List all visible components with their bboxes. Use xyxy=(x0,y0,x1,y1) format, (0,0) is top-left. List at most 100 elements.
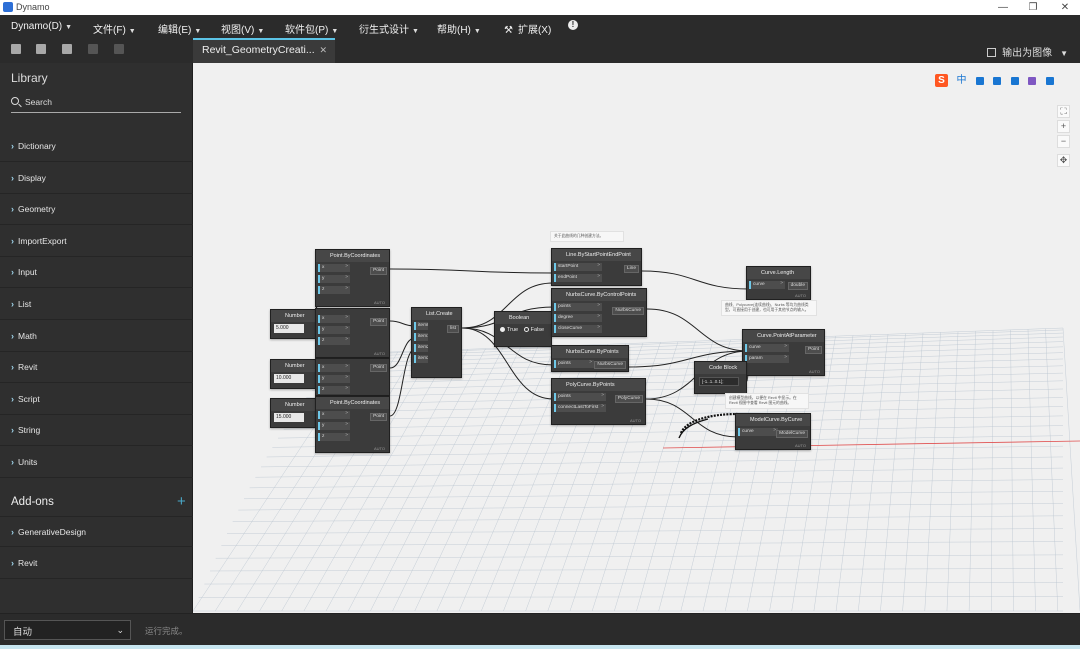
point-bycoordinates-node-2[interactable]: x > y > z > Point AUTO xyxy=(315,308,390,358)
output-port-polycurve[interactable]: PolyCurve xyxy=(614,395,643,403)
output-port-point[interactable]: Point xyxy=(370,413,387,421)
input-port-x[interactable]: x > xyxy=(318,315,350,323)
addon-revit[interactable]: › Revit xyxy=(0,548,193,579)
zoom-fit-icon[interactable]: ⛶ xyxy=(1057,105,1070,118)
toolbox-icon[interactable] xyxy=(1045,77,1054,85)
input-port-points[interactable]: points > xyxy=(554,393,606,401)
pan-icon[interactable]: ✥ xyxy=(1057,154,1070,167)
nurbscurve-bypoints-node[interactable]: NurbsCurve.ByPoints points > NurbsCurve xyxy=(551,345,629,372)
input-port-x[interactable]: x > xyxy=(318,411,350,419)
input-port-item0[interactable]: item0 xyxy=(414,322,428,330)
close-window-button[interactable]: ✕ xyxy=(1050,0,1080,15)
input-port-y[interactable]: y > xyxy=(318,326,350,334)
curve-pointatparameter-node[interactable]: Curve.PointAtParameter curve > param > Poi… xyxy=(742,329,825,376)
library-category-display[interactable]: › Display xyxy=(0,163,193,194)
output-port-point[interactable]: Point xyxy=(370,318,387,326)
input-port-item2[interactable]: item2 xyxy=(414,344,428,352)
library-category-script[interactable]: › Script xyxy=(0,384,193,415)
menu-generative-design[interactable]: 衍生式设计 ▼ xyxy=(359,21,419,36)
input-port-closecurve[interactable]: closeCurve > xyxy=(554,325,602,333)
input-port-y[interactable]: y > xyxy=(318,275,350,283)
number-node-1[interactable]: Number 5.000 xyxy=(270,309,316,339)
library-category-revit[interactable]: › Revit xyxy=(0,352,193,383)
radio-false[interactable] xyxy=(523,327,529,332)
boolean-toggle[interactable]: True False xyxy=(500,327,544,333)
library-category-importexport[interactable]: › ImportExport xyxy=(0,226,193,257)
ime-language-label[interactable]: 中 xyxy=(956,75,966,86)
number-node-2[interactable]: Number 10.000 xyxy=(270,359,316,389)
code-block-editor[interactable]: [-1..1..0.1]; xyxy=(699,377,739,386)
menu-dynamo[interactable]: Dynamo(D) ▼ xyxy=(11,21,72,32)
library-category-input[interactable]: › Input xyxy=(0,257,193,288)
library-category-math[interactable]: › Math xyxy=(0,321,193,352)
skin-icon[interactable] xyxy=(1028,77,1037,85)
new-file-icon[interactable] xyxy=(11,44,21,54)
input-port-item1[interactable]: item1 xyxy=(414,333,428,341)
mic-icon[interactable] xyxy=(993,77,1002,85)
input-port-y[interactable]: y > xyxy=(318,422,350,430)
input-port-curve[interactable]: curve > xyxy=(745,344,789,352)
library-category-units[interactable]: › Units xyxy=(0,447,193,478)
output-port-double[interactable]: double xyxy=(787,282,808,290)
input-port-connectlasttofirst[interactable]: connectLastToFirst > xyxy=(554,404,606,412)
workspace-tab[interactable]: Revit_GeometryCreati... ✕ xyxy=(193,38,335,63)
menu-edit[interactable]: 编辑(E) ▼ xyxy=(158,21,201,36)
notification-info-icon[interactable]: ! xyxy=(568,20,578,30)
zoom-out-icon[interactable]: − xyxy=(1057,135,1070,148)
library-category-string[interactable]: › String xyxy=(0,415,193,446)
curve-length-node[interactable]: Curve.Length curve > double AUTO xyxy=(746,266,811,300)
add-package-icon[interactable]: + xyxy=(177,493,186,510)
list-create-node[interactable]: List.Create item0 item1 item2 item3 list xyxy=(411,307,462,378)
save-icon[interactable] xyxy=(62,44,72,54)
redo-icon[interactable] xyxy=(114,44,124,54)
modelcurve-bycurve-node[interactable]: ModelCurve.ByCurve curve > ModelCurve AUT… xyxy=(735,413,811,450)
input-port-z[interactable]: z > xyxy=(318,433,350,441)
addon-generativedesign[interactable]: › GenerativeDesign xyxy=(0,516,193,547)
output-port-line[interactable]: Line xyxy=(623,265,639,273)
restore-button[interactable]: ❐ xyxy=(1018,0,1048,15)
line-bystartpointendpoint-node[interactable]: Line.ByStartPointEndPoint startPoint > en… xyxy=(551,248,642,286)
output-port-point[interactable]: Point xyxy=(370,267,387,275)
output-port-nurbscurve[interactable]: NurbsCurve xyxy=(612,307,644,315)
input-port-points[interactable]: points > xyxy=(554,360,594,368)
point-bycoordinates-node-3[interactable]: x > y > z > Point xyxy=(315,358,390,396)
input-port-z[interactable]: z > xyxy=(318,386,350,394)
boolean-node[interactable]: Boolean True False xyxy=(494,311,552,347)
number-node-3[interactable]: Number 15.000 xyxy=(270,398,316,428)
library-category-list[interactable]: › List xyxy=(0,289,193,320)
library-category-geometry[interactable]: › Geometry xyxy=(0,194,193,225)
code-block-node[interactable]: Code Block [-1..1..0.1]; xyxy=(694,361,747,394)
tab-close-icon[interactable]: ✕ xyxy=(319,45,327,56)
menu-file[interactable]: 文件(F) ▼ xyxy=(93,21,136,36)
point-bycoordinates-node-4[interactable]: Point.ByCoordinates x > y > z > Point AUTO xyxy=(315,396,390,453)
minimize-button[interactable]: — xyxy=(988,0,1018,15)
input-port-x[interactable]: x > xyxy=(318,264,350,272)
input-port-param[interactable]: param > xyxy=(745,355,789,363)
input-port-startpoint[interactable]: startPoint > xyxy=(554,263,602,271)
input-port-z[interactable]: z > xyxy=(318,337,350,345)
output-port-nurbscurve[interactable]: NurbsCurve xyxy=(594,361,626,369)
output-port-point[interactable]: Point xyxy=(370,364,387,372)
menu-packages[interactable]: 软件包(P) ▼ xyxy=(285,21,338,36)
input-port-degree[interactable]: degree > xyxy=(554,314,602,322)
radio-true[interactable] xyxy=(500,327,505,332)
output-port-point[interactable]: Point xyxy=(805,346,822,354)
keyboard-icon[interactable] xyxy=(1010,77,1019,85)
input-port-curve[interactable]: curve > xyxy=(749,281,785,289)
menu-view[interactable]: 视图(V) ▼ xyxy=(221,21,264,36)
menu-help[interactable]: 帮助(H) ▼ xyxy=(437,21,481,36)
input-port-x[interactable]: x > xyxy=(318,364,350,372)
point-bycoordinates-node-1[interactable]: Point.ByCoordinates x > y > z > Point AUTO xyxy=(315,249,390,307)
open-folder-icon[interactable] xyxy=(36,44,46,54)
input-port-item3[interactable]: item3 xyxy=(414,355,428,363)
export-image-button[interactable]: 输出为图像 ▼ xyxy=(987,44,1068,59)
input-port-endpoint[interactable]: endPoint > xyxy=(554,274,602,282)
undo-icon[interactable] xyxy=(88,44,98,54)
number-value[interactable]: 10.000 xyxy=(274,374,304,383)
zoom-in-icon[interactable]: + xyxy=(1057,120,1070,133)
punct-icon[interactable] xyxy=(975,77,984,85)
output-port-list[interactable]: list xyxy=(447,325,459,333)
library-category-dictionary[interactable]: › Dictionary xyxy=(0,131,193,162)
output-port-modelcurve[interactable]: ModelCurve xyxy=(776,430,808,438)
input-port-y[interactable]: y > xyxy=(318,375,350,383)
